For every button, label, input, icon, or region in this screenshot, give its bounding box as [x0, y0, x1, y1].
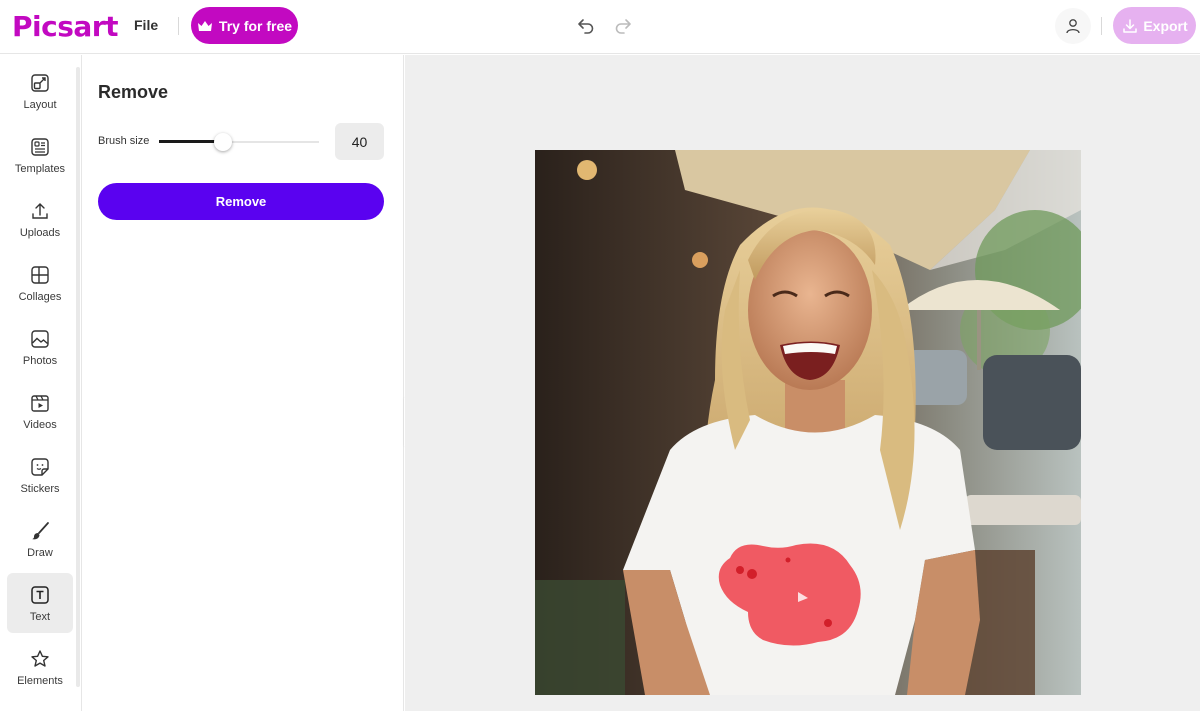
brush-size-input[interactable] [335, 123, 384, 160]
rail-label: Elements [17, 674, 63, 687]
layout-icon [29, 72, 51, 94]
brush-icon [29, 520, 51, 542]
rail-item-templates[interactable]: Templates [7, 125, 73, 185]
file-menu-button[interactable]: File [126, 15, 166, 37]
editor-canvas[interactable] [405, 55, 1200, 711]
video-icon [29, 392, 51, 414]
rail-item-elements[interactable]: Elements [7, 637, 73, 697]
download-icon [1123, 18, 1138, 33]
rail-scrollbar[interactable] [76, 67, 80, 687]
photo-icon [29, 328, 51, 350]
redo-button[interactable] [606, 9, 640, 43]
collage-icon [29, 264, 51, 286]
divider [1101, 17, 1102, 35]
rail-label: Photos [22, 354, 58, 367]
divider [178, 17, 179, 35]
rail-label: Collages [18, 290, 62, 303]
account-button[interactable] [1055, 8, 1091, 44]
removal-mask [718, 543, 861, 646]
rail-item-text[interactable]: Text [7, 573, 73, 633]
rail-item-videos[interactable]: Videos [7, 381, 73, 441]
rail-item-uploads[interactable]: Uploads [7, 189, 73, 249]
rail-item-layout[interactable]: Layout [7, 61, 73, 121]
rail-item-draw[interactable]: Draw [7, 509, 73, 569]
star-icon [29, 648, 51, 670]
brush-size-label: Brush size [98, 135, 150, 147]
upload-icon [29, 200, 51, 222]
try-for-free-label: Try for free [218, 17, 293, 34]
sticker-icon [29, 456, 51, 478]
rail-label: Uploads [19, 226, 61, 239]
undo-button[interactable] [569, 9, 603, 43]
crown-icon [197, 20, 212, 31]
photo-canvas[interactable] [535, 150, 1081, 695]
rail-label: Videos [23, 418, 57, 431]
rail-label: Stickers [20, 482, 60, 495]
rail-label: Text [29, 610, 51, 623]
redo-icon [615, 19, 631, 34]
remove-panel: Remove Brush size Remove [83, 55, 404, 711]
remove-button[interactable]: Remove [98, 183, 384, 220]
brush-size-slider[interactable] [159, 133, 319, 151]
slider-thumb[interactable] [214, 133, 232, 151]
top-bar: Picsart File Try for free Export [0, 0, 1200, 54]
text-icon [29, 584, 51, 606]
export-label: Export [1143, 17, 1188, 34]
left-rail: Layout Templates Uploads Collages Photos… [0, 55, 82, 711]
rail-item-photos[interactable]: Photos [7, 317, 73, 377]
export-button[interactable]: Export [1113, 7, 1196, 44]
rail-item-collages[interactable]: Collages [7, 253, 73, 313]
undo-icon [578, 19, 594, 34]
user-icon [1066, 19, 1080, 34]
try-for-free-button[interactable]: Try for free [191, 7, 298, 44]
rail-label: Templates [14, 162, 66, 175]
templates-icon [29, 136, 51, 158]
rail-label: Layout [23, 98, 57, 111]
panel-title: Remove [98, 82, 169, 102]
rail-label: Draw [27, 546, 53, 559]
picsart-logo[interactable]: Picsart [12, 10, 118, 43]
rail-item-stickers[interactable]: Stickers [7, 445, 73, 505]
